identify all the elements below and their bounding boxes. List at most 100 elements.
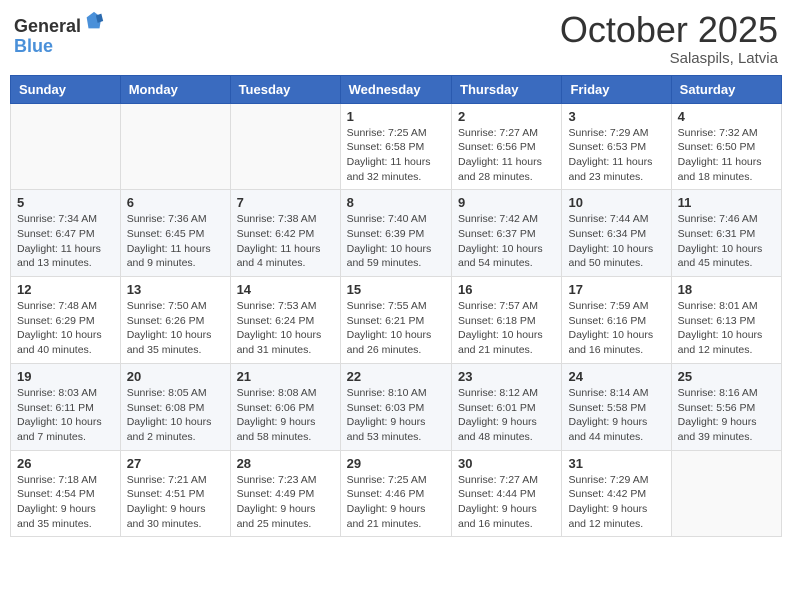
calendar-cell: 19 Sunrise: 8:03 AM Sunset: 6:11 PM Dayli… <box>11 363 121 450</box>
day-number: 29 <box>347 456 445 471</box>
calendar-cell: 25 Sunrise: 8:16 AM Sunset: 5:56 PM Dayli… <box>671 363 781 450</box>
calendar-cell: 27 Sunrise: 7:21 AM Sunset: 4:51 PM Dayli… <box>120 450 230 537</box>
calendar-cell <box>11 103 121 190</box>
calendar-cell: 18Sunrise: 8:01 AM Sunset: 6:13 PM Dayli… <box>671 277 781 364</box>
cell-content: Sunrise: 7:27 AM Sunset: 4:44 PM Dayligh… <box>458 473 555 532</box>
calendar-cell: 2 Sunrise: 7:27 AM Sunset: 6:56 PM Daylig… <box>452 103 562 190</box>
day-number: 10 <box>568 195 664 210</box>
cell-content: Sunrise: 7:40 AM Sunset: 6:39 PM Dayligh… <box>347 212 445 271</box>
day-number: 5 <box>17 195 114 210</box>
calendar-week-row: 5 Sunrise: 7:34 AM Sunset: 6:47 PM Daylig… <box>11 190 782 277</box>
title-block: October 2025 Salaspils, Latvia <box>560 10 778 67</box>
day-number: 4 <box>678 109 775 124</box>
weekday-header-cell: Wednesday <box>340 75 451 103</box>
day-number: 19 <box>17 369 114 384</box>
cell-content: Sunrise: 7:59 AM Sunset: 6:16 PM Dayligh… <box>568 299 664 358</box>
location-subtitle: Salaspils, Latvia <box>560 50 778 67</box>
cell-content: Sunrise: 7:32 AM Sunset: 6:50 PM Dayligh… <box>678 126 775 185</box>
calendar-cell: 7 Sunrise: 7:38 AM Sunset: 6:42 PM Daylig… <box>230 190 340 277</box>
calendar-table: SundayMondayTuesdayWednesdayThursdayFrid… <box>10 75 782 538</box>
calendar-cell: 1 Sunrise: 7:25 AM Sunset: 6:58 PM Daylig… <box>340 103 451 190</box>
cell-content: Sunrise: 7:48 AM Sunset: 6:29 PM Dayligh… <box>17 299 114 358</box>
calendar-cell: 14 Sunrise: 7:53 AM Sunset: 6:24 PM Dayli… <box>230 277 340 364</box>
cell-content: Sunrise: 7:25 AM Sunset: 6:58 PM Dayligh… <box>347 126 445 185</box>
calendar-cell: 6 Sunrise: 7:36 AM Sunset: 6:45 PM Daylig… <box>120 190 230 277</box>
day-number: 6 <box>127 195 224 210</box>
logo: General Blue <box>14 10 105 57</box>
calendar-cell: 13Sunrise: 7:50 AM Sunset: 6:26 PM Dayli… <box>120 277 230 364</box>
calendar-cell: 31 Sunrise: 7:29 AM Sunset: 4:42 PM Dayli… <box>562 450 671 537</box>
cell-content: Sunrise: 7:57 AM Sunset: 6:18 PM Dayligh… <box>458 299 555 358</box>
cell-content: Sunrise: 8:14 AM Sunset: 5:58 PM Dayligh… <box>568 386 664 445</box>
cell-content: Sunrise: 7:21 AM Sunset: 4:51 PM Dayligh… <box>127 473 224 532</box>
cell-content: Sunrise: 8:16 AM Sunset: 5:56 PM Dayligh… <box>678 386 775 445</box>
day-number: 28 <box>237 456 334 471</box>
weekday-header-cell: Monday <box>120 75 230 103</box>
calendar-cell: 30Sunrise: 7:27 AM Sunset: 4:44 PM Dayli… <box>452 450 562 537</box>
cell-content: Sunrise: 8:03 AM Sunset: 6:11 PM Dayligh… <box>17 386 114 445</box>
calendar-cell: 4 Sunrise: 7:32 AM Sunset: 6:50 PM Daylig… <box>671 103 781 190</box>
cell-content: Sunrise: 7:38 AM Sunset: 6:42 PM Dayligh… <box>237 212 334 271</box>
calendar-cell: 24 Sunrise: 8:14 AM Sunset: 5:58 PM Dayli… <box>562 363 671 450</box>
day-number: 13 <box>127 282 224 297</box>
cell-content: Sunrise: 8:05 AM Sunset: 6:08 PM Dayligh… <box>127 386 224 445</box>
calendar-cell: 15Sunrise: 7:55 AM Sunset: 6:21 PM Dayli… <box>340 277 451 364</box>
calendar-cell: 21 Sunrise: 8:08 AM Sunset: 6:06 PM Dayli… <box>230 363 340 450</box>
day-number: 7 <box>237 195 334 210</box>
cell-content: Sunrise: 7:42 AM Sunset: 6:37 PM Dayligh… <box>458 212 555 271</box>
day-number: 26 <box>17 456 114 471</box>
day-number: 27 <box>127 456 224 471</box>
day-number: 17 <box>568 282 664 297</box>
cell-content: Sunrise: 8:08 AM Sunset: 6:06 PM Dayligh… <box>237 386 334 445</box>
calendar-cell: 8Sunrise: 7:40 AM Sunset: 6:39 PM Daylig… <box>340 190 451 277</box>
logo-text: General Blue <box>14 10 105 57</box>
cell-content: Sunrise: 7:27 AM Sunset: 6:56 PM Dayligh… <box>458 126 555 185</box>
calendar-cell <box>671 450 781 537</box>
cell-content: Sunrise: 7:34 AM Sunset: 6:47 PM Dayligh… <box>17 212 114 271</box>
cell-content: Sunrise: 7:36 AM Sunset: 6:45 PM Dayligh… <box>127 212 224 271</box>
calendar-cell: 3Sunrise: 7:29 AM Sunset: 6:53 PM Daylig… <box>562 103 671 190</box>
calendar-week-row: 12 Sunrise: 7:48 AM Sunset: 6:29 PM Dayli… <box>11 277 782 364</box>
day-number: 21 <box>237 369 334 384</box>
day-number: 14 <box>237 282 334 297</box>
day-number: 16 <box>458 282 555 297</box>
page-header: General Blue October 2025 Salaspils, Lat… <box>10 10 782 67</box>
weekday-header-cell: Saturday <box>671 75 781 103</box>
day-number: 23 <box>458 369 555 384</box>
calendar-cell: 11 Sunrise: 7:46 AM Sunset: 6:31 PM Dayli… <box>671 190 781 277</box>
day-number: 1 <box>347 109 445 124</box>
calendar-body: 1 Sunrise: 7:25 AM Sunset: 6:58 PM Daylig… <box>11 103 782 537</box>
calendar-cell: 20Sunrise: 8:05 AM Sunset: 6:08 PM Dayli… <box>120 363 230 450</box>
day-number: 11 <box>678 195 775 210</box>
cell-content: Sunrise: 7:29 AM Sunset: 6:53 PM Dayligh… <box>568 126 664 185</box>
cell-content: Sunrise: 7:44 AM Sunset: 6:34 PM Dayligh… <box>568 212 664 271</box>
weekday-header-cell: Tuesday <box>230 75 340 103</box>
weekday-header-row: SundayMondayTuesdayWednesdayThursdayFrid… <box>11 75 782 103</box>
calendar-week-row: 19 Sunrise: 8:03 AM Sunset: 6:11 PM Dayli… <box>11 363 782 450</box>
weekday-header-cell: Sunday <box>11 75 121 103</box>
day-number: 2 <box>458 109 555 124</box>
calendar-cell: 22Sunrise: 8:10 AM Sunset: 6:03 PM Dayli… <box>340 363 451 450</box>
calendar-cell: 28Sunrise: 7:23 AM Sunset: 4:49 PM Dayli… <box>230 450 340 537</box>
weekday-header-cell: Friday <box>562 75 671 103</box>
cell-content: Sunrise: 7:46 AM Sunset: 6:31 PM Dayligh… <box>678 212 775 271</box>
day-number: 12 <box>17 282 114 297</box>
day-number: 25 <box>678 369 775 384</box>
weekday-header-cell: Thursday <box>452 75 562 103</box>
cell-content: Sunrise: 7:53 AM Sunset: 6:24 PM Dayligh… <box>237 299 334 358</box>
calendar-cell: 26 Sunrise: 7:18 AM Sunset: 4:54 PM Dayli… <box>11 450 121 537</box>
day-number: 31 <box>568 456 664 471</box>
day-number: 18 <box>678 282 775 297</box>
month-title: October 2025 <box>560 10 778 50</box>
calendar-week-row: 26 Sunrise: 7:18 AM Sunset: 4:54 PM Dayli… <box>11 450 782 537</box>
calendar-cell: 17 Sunrise: 7:59 AM Sunset: 6:16 PM Dayli… <box>562 277 671 364</box>
day-number: 24 <box>568 369 664 384</box>
calendar-cell: 9Sunrise: 7:42 AM Sunset: 6:37 PM Daylig… <box>452 190 562 277</box>
calendar-cell: 10 Sunrise: 7:44 AM Sunset: 6:34 PM Dayli… <box>562 190 671 277</box>
calendar-cell <box>120 103 230 190</box>
logo-icon <box>83 10 105 32</box>
calendar-week-row: 1 Sunrise: 7:25 AM Sunset: 6:58 PM Daylig… <box>11 103 782 190</box>
cell-content: Sunrise: 7:18 AM Sunset: 4:54 PM Dayligh… <box>17 473 114 532</box>
cell-content: Sunrise: 7:25 AM Sunset: 4:46 PM Dayligh… <box>347 473 445 532</box>
cell-content: Sunrise: 7:29 AM Sunset: 4:42 PM Dayligh… <box>568 473 664 532</box>
